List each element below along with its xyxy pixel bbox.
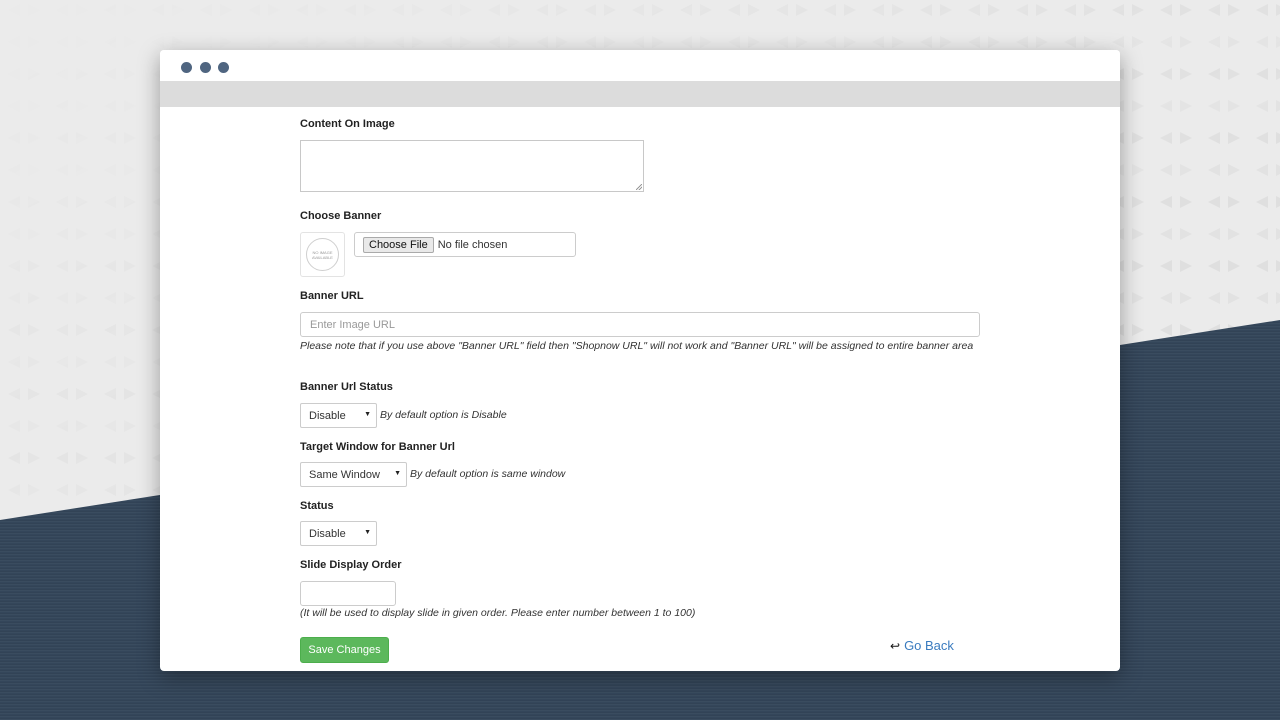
status-label: Status [300,500,334,512]
banner-url-note: Please note that if you use above "Banne… [300,340,974,352]
banner-url-input[interactable]: Enter Image URL [300,312,980,337]
status-select[interactable]: Disable ▼ [300,521,377,546]
slide-display-order-input[interactable] [300,581,396,606]
dropdown-caret-icon: ▼ [394,470,401,477]
resize-grip-icon[interactable] [636,184,642,190]
target-window-value: Same Window [309,468,380,481]
slide-display-order-note: (It will be used to display slide in giv… [300,607,696,619]
save-changes-button[interactable]: Save Changes [300,637,389,663]
window-control-dot-icon[interactable] [181,62,192,73]
file-status-text: No file chosen [437,238,508,251]
banner-url-status-label: Banner Url Status [300,381,393,393]
choose-banner-label: Choose Banner [300,210,382,222]
banner-file-input[interactable]: Choose File No file chosen [354,232,576,257]
banner-url-label: Banner URL [300,290,364,302]
back-arrow-icon: ↩ [890,638,901,653]
slide-display-order-label: Slide Display Order [300,559,402,571]
go-back-link[interactable]: ↩ Go Back [890,638,954,653]
content-on-image-label: Content On Image [300,118,395,130]
banner-thumbnail: NO IMAGE AVAILABLE [300,232,345,277]
window-control-dot-icon[interactable] [200,62,211,73]
address-bar [160,81,1120,107]
dropdown-caret-icon: ▼ [364,411,371,418]
window-control-dot-icon[interactable] [218,62,229,73]
window-titlebar [160,50,1120,81]
no-image-placeholder-icon: NO IMAGE AVAILABLE [306,238,339,271]
choose-file-button[interactable]: Choose File [363,236,434,253]
go-back-label: Go Back [904,638,954,653]
banner-url-status-value: Disable [309,409,346,422]
target-window-note: By default option is same window [410,468,566,480]
content-on-image-textarea[interactable] [300,140,644,192]
target-window-label: Target Window for Banner Url [300,441,455,453]
target-window-select[interactable]: Same Window ▼ [300,462,407,487]
dropdown-caret-icon: ▼ [364,529,371,536]
banner-url-status-select[interactable]: Disable ▼ [300,403,377,428]
browser-window: Content On Image Choose Banner NO IMAGE … [160,50,1120,671]
status-value: Disable [309,527,346,540]
banner-url-status-note: By default option is Disable [380,409,507,421]
